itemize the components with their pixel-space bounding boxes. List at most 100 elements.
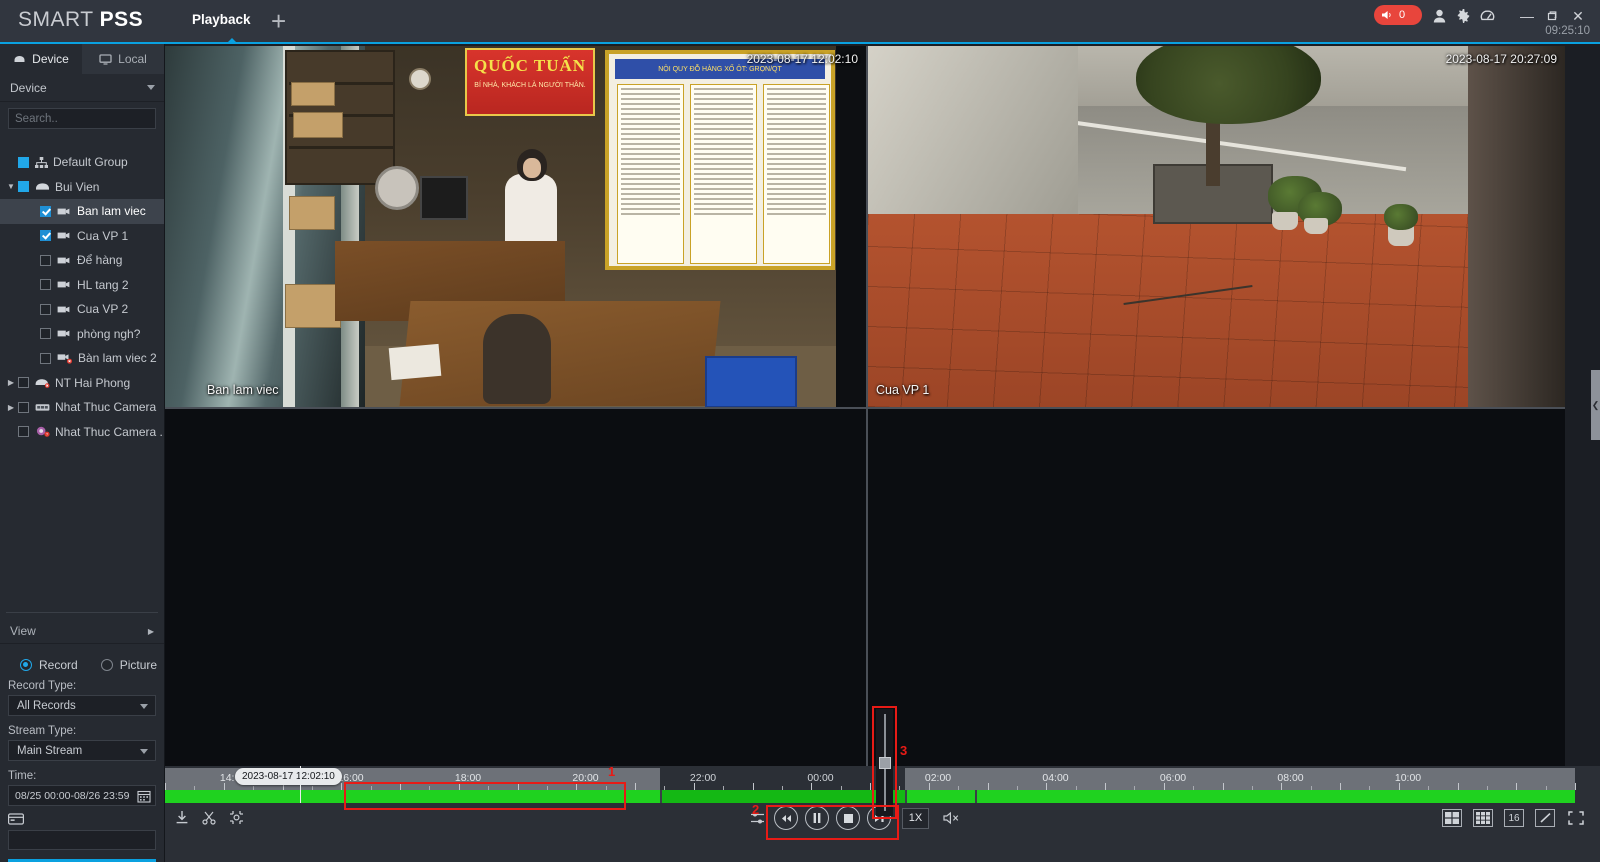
- user-icon[interactable]: [1428, 6, 1450, 26]
- view-row[interactable]: View ▶: [0, 619, 164, 644]
- camera-icon: [57, 329, 72, 338]
- speed-slider-thumb[interactable]: [878, 757, 891, 769]
- playback-speed-label[interactable]: 1X: [902, 807, 929, 829]
- filter-sliders-icon[interactable]: [750, 811, 765, 825]
- monitor-icon: [99, 53, 112, 65]
- card-icon[interactable]: [0, 806, 164, 828]
- tree-item-checkbox[interactable]: [18, 401, 29, 413]
- pause-button[interactable]: [805, 806, 829, 830]
- gear-icon[interactable]: [1452, 6, 1474, 26]
- tree-item-cua-vp-2[interactable]: Cua VP 2: [0, 297, 164, 322]
- rewind-button[interactable]: [774, 806, 798, 830]
- tree-item-checkbox[interactable]: [40, 230, 51, 242]
- tree-item-default-group[interactable]: Default Group: [0, 150, 164, 175]
- nvr-unknown-icon: ?: [35, 426, 50, 438]
- search-input[interactable]: [15, 112, 169, 125]
- timeline-record-bar[interactable]: [165, 790, 1575, 803]
- tree-item-nhat-thuc-camera[interactable]: ? Nhat Thuc Camera ..: [0, 420, 164, 445]
- layout-9-icon[interactable]: [1473, 809, 1493, 827]
- left-panel: Device Local Device Default Group ▼ Bui Vi…: [0, 44, 182, 862]
- device-dropdown-value: Device: [10, 80, 47, 95]
- chevron-down-icon[interactable]: ▼: [4, 182, 18, 191]
- calendar-icon[interactable]: [137, 789, 151, 803]
- tree-item-ban-lam-viec[interactable]: Ban lam viec: [0, 199, 164, 224]
- tree-item-ph-ng-ngh[interactable]: phòng ngh?: [0, 322, 164, 347]
- video-cell-1[interactable]: QUỐC TUẤN BÍ NHÀ, KHÁCH LÀ NGƯỜI THÂN. N…: [165, 46, 866, 407]
- tree-item-checkbox[interactable]: [40, 205, 51, 217]
- tree-item-label: Cua VP 2: [77, 302, 129, 317]
- tree-item-checkbox[interactable]: [18, 156, 29, 168]
- timeline-hour-label: 06:00: [1159, 772, 1187, 784]
- tab-local[interactable]: Local: [82, 44, 164, 74]
- layout-16-icon[interactable]: 16: [1504, 809, 1524, 827]
- stop-button[interactable]: [836, 806, 860, 830]
- tree-item-label: Nhat Thuc Camera ..: [55, 424, 164, 439]
- alarm-count: 0: [1399, 9, 1406, 21]
- playback-controls: 1X: [750, 806, 960, 830]
- tab-playback[interactable]: Playback: [192, 12, 251, 27]
- tree-item-checkbox[interactable]: [40, 303, 51, 315]
- video-cell-3[interactable]: [165, 409, 866, 766]
- timeline-tick: [694, 783, 695, 790]
- video-grid: QUỐC TUẤN BÍ NHÀ, KHÁCH LÀ NGƯỜI THÂN. N…: [165, 46, 1565, 766]
- speaker-mute-icon[interactable]: [943, 811, 960, 825]
- timeline-record-segment[interactable]: [165, 790, 660, 803]
- device-search-box[interactable]: [8, 108, 182, 129]
- fullscreen-icon[interactable]: [1566, 809, 1586, 827]
- record-radio-label: Record: [39, 658, 78, 672]
- tree-item-h-ng[interactable]: Để hàng: [0, 248, 164, 273]
- alarm-badge[interactable]: 0: [1374, 5, 1422, 25]
- timeline-tick: [518, 783, 519, 790]
- tree-item-checkbox[interactable]: [18, 426, 29, 438]
- tree-item-hl-tang-2[interactable]: HL tang 2: [0, 273, 164, 298]
- tree-item-bui-vien[interactable]: ▼ Bui Vien: [0, 175, 164, 200]
- stream-type-select[interactable]: Main Stream: [8, 740, 156, 761]
- speed-slider[interactable]: [876, 709, 893, 816]
- layout-4-icon[interactable]: [1442, 809, 1462, 827]
- tab-device[interactable]: Device: [0, 44, 82, 74]
- video-cell-4[interactable]: [868, 409, 1565, 766]
- picture-radio[interactable]: [100, 659, 113, 671]
- tree-item-checkbox[interactable]: [40, 328, 51, 340]
- timeline-record-segment[interactable]: [662, 790, 905, 803]
- close-button[interactable]: ✕: [1568, 6, 1588, 26]
- tree-item-checkbox[interactable]: [40, 279, 51, 291]
- tree-item-cua-vp-1[interactable]: Cua VP 1: [0, 224, 164, 249]
- video-splitter-vertical: [866, 46, 868, 766]
- video-cell-2[interactable]: 2023-08-17 20:27:09 Cua VP 1: [868, 46, 1565, 407]
- timeline-tick: [870, 783, 871, 790]
- time-range-input[interactable]: 08/25 00:00-08/26 23:59: [8, 785, 156, 806]
- picture-radio-label: Picture: [119, 658, 158, 672]
- chevron-right-icon[interactable]: ▶: [4, 378, 18, 387]
- layout-edit-icon[interactable]: [1535, 809, 1555, 827]
- card-number-input[interactable]: [8, 830, 156, 850]
- tree-item-label: Bui Vien: [55, 179, 100, 194]
- timeline-ruler[interactable]: 14:00 16:00 18:00 20:00 22:00 00:00 02:00 04:00…: [165, 768, 1576, 790]
- tree-item-label: Default Group: [53, 155, 128, 170]
- timeline-tick: [1223, 783, 1224, 790]
- tree-item-checkbox[interactable]: [40, 352, 51, 364]
- collapse-panel-button[interactable]: ❮: [1591, 370, 1600, 440]
- timeline-record-segment[interactable]: [907, 790, 975, 803]
- tree-item-label: Để hàng: [77, 253, 123, 268]
- maximize-button[interactable]: [1542, 6, 1562, 26]
- device-dropdown[interactable]: Device: [0, 74, 164, 102]
- download-clip-icon[interactable]: [175, 810, 189, 825]
- add-tab-button[interactable]: +: [271, 8, 286, 34]
- timeline-tick: [753, 783, 754, 790]
- minimize-button[interactable]: —: [1517, 6, 1537, 26]
- tree-item-checkbox[interactable]: [18, 377, 29, 389]
- crop-icon[interactable]: [229, 810, 244, 825]
- tree-item-checkbox[interactable]: [18, 181, 29, 193]
- tree-item-nhat-thuc-camera[interactable]: ▶ Nhat Thuc Camera: [0, 395, 164, 420]
- tree-item-nt-hai-phong[interactable]: ▶ NT Hai Phong: [0, 371, 164, 396]
- speedometer-icon[interactable]: [1476, 6, 1498, 26]
- record-type-select[interactable]: All Records: [8, 695, 156, 716]
- cut-icon[interactable]: [202, 810, 216, 825]
- tree-item-checkbox[interactable]: [40, 254, 51, 266]
- record-radio[interactable]: [20, 659, 32, 671]
- tree-item-b-n-lam-viec-2[interactable]: Bàn lam viec 2: [0, 346, 164, 371]
- chevron-right-icon[interactable]: ▶: [4, 403, 18, 412]
- camera-icon: [57, 231, 72, 240]
- timeline-record-segment[interactable]: [977, 790, 1575, 803]
